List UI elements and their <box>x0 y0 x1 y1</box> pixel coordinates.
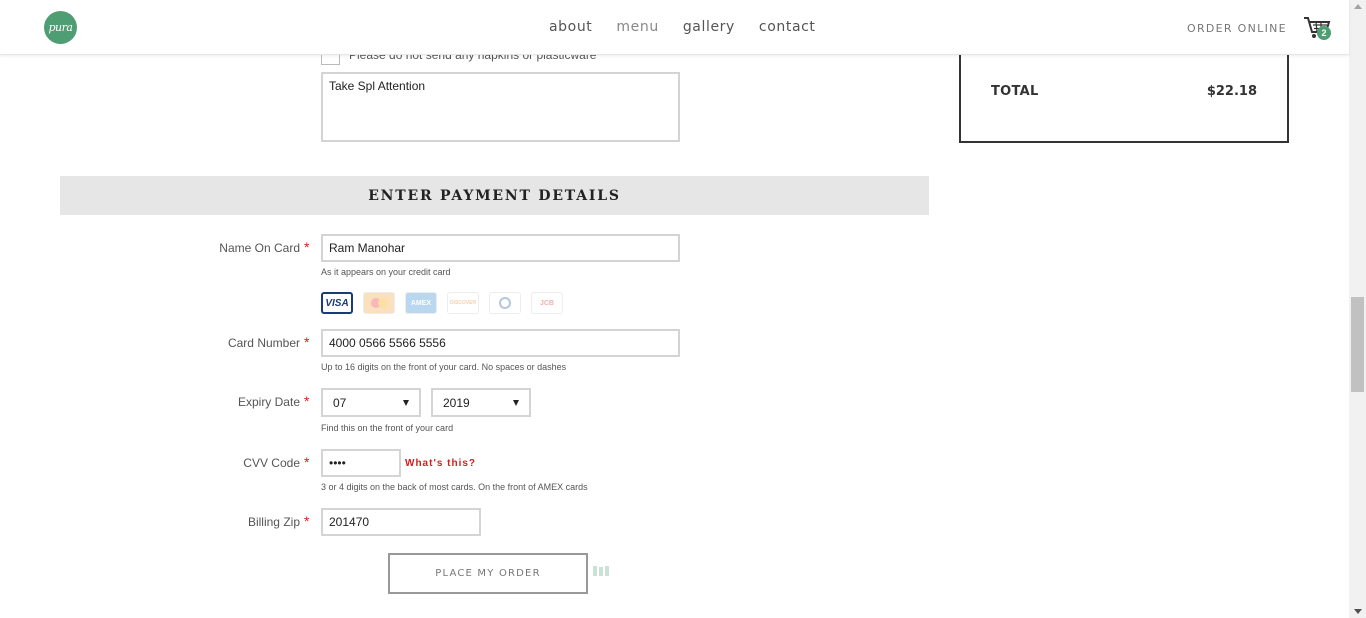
nav-contact[interactable]: contact <box>759 19 816 35</box>
card-number-input[interactable] <box>321 329 680 357</box>
page: pura about menu gallery contact ORDER ON… <box>0 0 1366 618</box>
required-mark: * <box>304 239 310 255</box>
name-help-text: As it appears on your credit card <box>321 267 451 277</box>
loading-spinner-icon <box>593 566 609 576</box>
cvv-input[interactable] <box>321 449 401 477</box>
name-on-card-label: Name On Card <box>219 241 300 255</box>
special-instructions-field[interactable]: Take Spl Attention <box>321 72 680 142</box>
diners-card-icon[interactable] <box>489 292 521 314</box>
page-scrollbar[interactable] <box>1349 0 1366 618</box>
discover-card-icon[interactable]: DISCOVER <box>447 292 479 314</box>
nav-about[interactable]: about <box>549 19 592 35</box>
card-number-help-text: Up to 16 digits on the front of your car… <box>321 362 567 372</box>
expiry-month-select[interactable]: 07 <box>321 388 421 417</box>
expiry-month-value: 07 <box>333 395 347 410</box>
mastercard-card-icon[interactable] <box>363 292 395 314</box>
chevron-down-icon <box>513 399 519 406</box>
required-mark: * <box>304 454 310 470</box>
expiry-date-label: Expiry Date <box>237 395 300 409</box>
nav-menu[interactable]: menu <box>616 19 658 35</box>
scroll-up-arrow-icon[interactable] <box>1354 4 1362 9</box>
logo[interactable]: pura <box>44 11 77 44</box>
card-type-list: VISA AMEX DISCOVER JCB <box>321 292 563 314</box>
cvv-help-text: 3 or 4 digits on the back of most cards.… <box>321 482 588 492</box>
scroll-thumb[interactable] <box>1351 297 1364 392</box>
order-summary: TOTAL $22.18 <box>959 40 1289 143</box>
logo-text: pura <box>48 21 73 34</box>
scroll-down-arrow-icon[interactable] <box>1354 609 1362 614</box>
amex-card-icon[interactable]: AMEX <box>405 292 437 314</box>
main-nav: about menu gallery contact <box>549 19 816 35</box>
billing-zip-label: Billing Zip <box>247 515 300 529</box>
card-number-label: Card Number <box>227 336 300 350</box>
site-header: pura about menu gallery contact ORDER ON… <box>0 0 1349 55</box>
expiry-year-value: 2019 <box>443 395 470 410</box>
total-value: $22.18 <box>1206 84 1257 99</box>
expiry-help-text: Find this on the front of your card <box>321 423 454 433</box>
payment-section-title: ENTER PAYMENT DETAILS <box>368 187 621 204</box>
name-on-card-input[interactable] <box>321 234 680 262</box>
order-online-link[interactable]: ORDER ONLINE <box>1187 22 1287 35</box>
required-mark: * <box>304 334 310 350</box>
expiry-year-select[interactable]: 2019 <box>431 388 531 417</box>
cvv-label: CVV Code <box>243 456 300 470</box>
place-order-button[interactable]: PLACE MY ORDER <box>388 553 588 594</box>
required-mark: * <box>304 393 310 409</box>
jcb-card-icon[interactable]: JCB <box>531 292 563 314</box>
total-label: TOTAL <box>991 84 1039 99</box>
chevron-down-icon <box>403 399 409 406</box>
billing-zip-input[interactable] <box>321 508 481 536</box>
nav-gallery[interactable]: gallery <box>683 19 735 35</box>
payment-section-header: ENTER PAYMENT DETAILS <box>60 176 929 215</box>
cart-count-badge: 2 <box>1317 26 1331 40</box>
visa-card-icon[interactable]: VISA <box>321 292 353 314</box>
whats-this-link[interactable]: What's this? <box>405 458 476 469</box>
required-mark: * <box>304 513 310 529</box>
